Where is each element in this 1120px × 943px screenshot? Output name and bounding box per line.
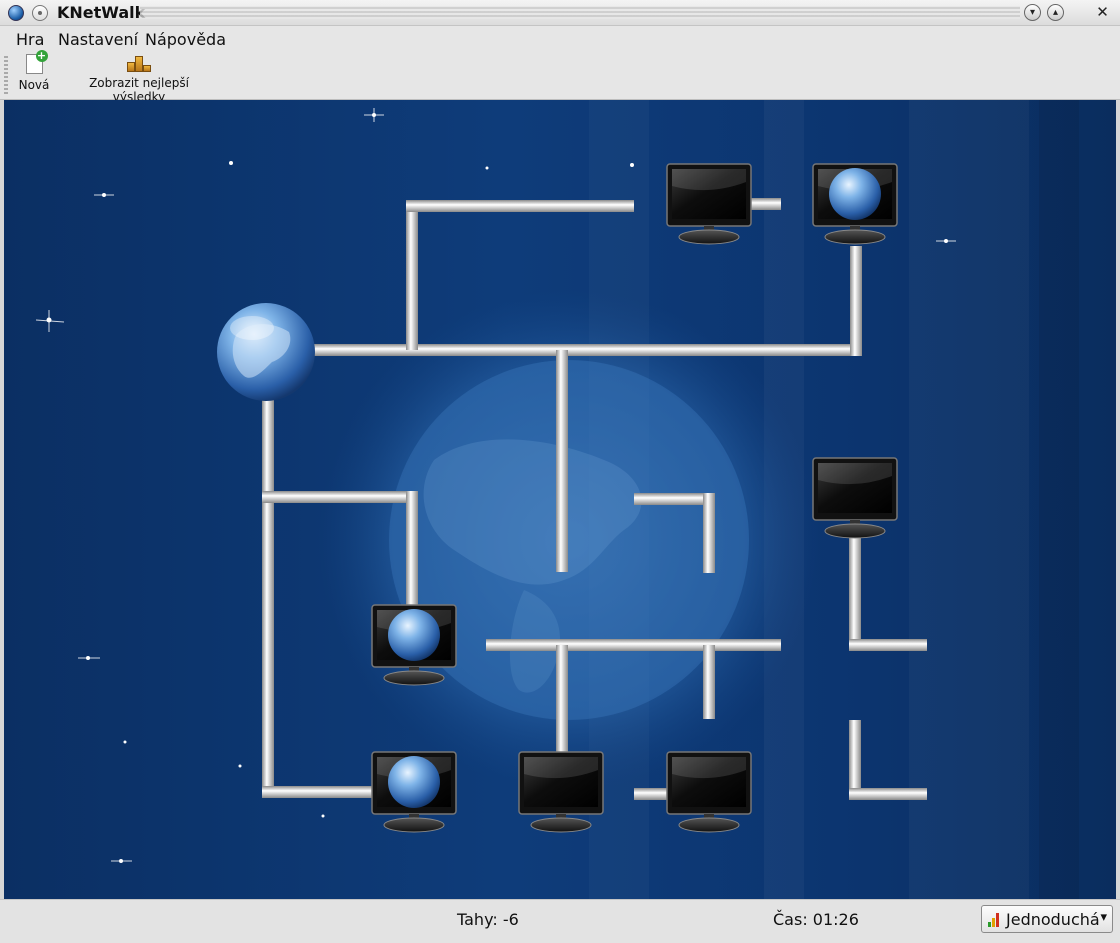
monitor-icon[interactable] (812, 457, 898, 539)
game-board (4, 100, 1116, 899)
new-game-button[interactable]: Nová (18, 50, 50, 92)
chevron-down-icon: ▾ (1029, 7, 1036, 18)
window-title: KNetWalk (57, 3, 146, 22)
sticky-pin-icon[interactable] (32, 5, 48, 21)
titlebar-decoration (140, 6, 1020, 19)
minimize-button[interactable]: ▾ (1024, 4, 1041, 21)
close-icon: ✕ (1096, 3, 1109, 21)
monitor-icon[interactable] (666, 751, 752, 833)
chevron-up-icon: ▴ (1052, 7, 1059, 18)
maximize-button[interactable]: ▴ (1047, 4, 1064, 21)
monitor-globe-icon[interactable] (371, 751, 457, 833)
menu-hra[interactable]: Hra (16, 30, 44, 49)
menu-nastaveni[interactable]: Nastavení (58, 30, 138, 49)
board-canvas (35, 100, 1079, 899)
toolbar-grip[interactable] (4, 56, 8, 96)
new-document-icon (25, 50, 48, 74)
difficulty-select[interactable]: Jednoduchá ▾ (981, 905, 1113, 933)
close-button[interactable]: ✕ (1094, 4, 1111, 21)
server-globe-icon[interactable] (217, 303, 315, 401)
podium-icon (127, 54, 151, 72)
new-game-label: Nová (18, 78, 50, 92)
chevron-down-icon: ▾ (1100, 910, 1107, 925)
monitor-globe-icon[interactable] (812, 163, 898, 245)
menu-napoveda[interactable]: Nápověda (145, 30, 226, 49)
status-bar: Tahy: -6 Čas: 01:26 Jednoduchá ▾ (0, 899, 1120, 943)
toolbar: Nová Zobrazit nejlepší výsledky (0, 50, 1120, 104)
title-bar[interactable]: KNetWalk ▾ ▴ ✕ (0, 0, 1120, 26)
difficulty-level-icon (988, 913, 1002, 927)
menu-bar: Hra Nastavení Nápověda (0, 26, 1120, 52)
time-counter: Čas: 01:26 (773, 910, 859, 929)
app-globe-icon[interactable] (8, 5, 24, 21)
difficulty-value: Jednoduchá (1006, 910, 1100, 929)
highscores-button[interactable]: Zobrazit nejlepší výsledky (64, 54, 214, 104)
monitor-icon[interactable] (666, 163, 752, 245)
moves-counter: Tahy: -6 (457, 910, 519, 929)
